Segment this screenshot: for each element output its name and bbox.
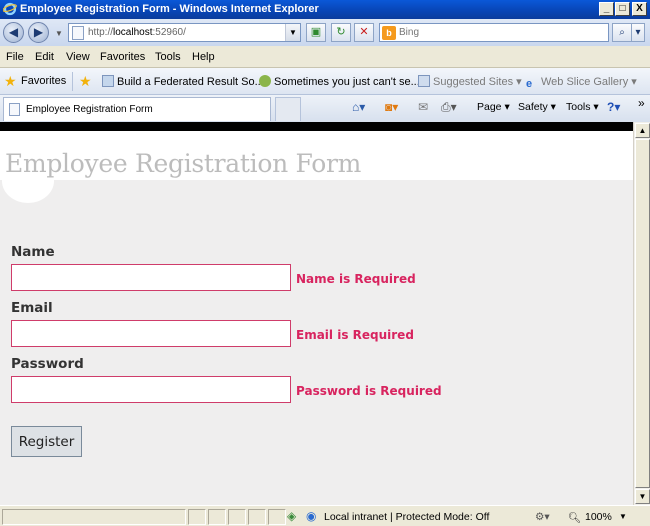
history-dropdown-icon[interactable]: ▼ (55, 29, 63, 38)
tab-employee-registration[interactable]: Employee Registration Form (3, 97, 271, 121)
name-error: Name is Required (296, 272, 416, 286)
name-label: Name (11, 244, 55, 260)
address-toolbar: ◀ ▶ ▼ http://localhost:52960/ ▼ ▣ ↻ ✕ b … (0, 19, 650, 46)
tab-row: Employee Registration Form ⌂▾ ◙▾ ✉ ⎙▾ Pa… (0, 95, 650, 122)
web-slice-gallery-link[interactable]: e Web Slice Gallery ▾ (526, 75, 637, 90)
page-icon (9, 103, 20, 116)
minimize-button[interactable]: _ (599, 2, 614, 16)
bing-icon: b (382, 26, 396, 40)
suggested-sites-icon (418, 75, 430, 87)
status-pane (268, 509, 286, 525)
status-text-pane (2, 509, 186, 525)
search-input[interactable] (399, 25, 604, 40)
window-title: Employee Registration Form - Windows Int… (20, 3, 319, 15)
compatibility-view-icon[interactable]: ▣ (306, 23, 326, 42)
settings-gear-icon[interactable]: ⚙▾ (535, 511, 550, 523)
ie-logo-icon (3, 2, 17, 16)
status-pane (228, 509, 246, 525)
status-pane (248, 509, 266, 525)
favorites-bar: ★ Favorites ★ Build a Federated Result S… (0, 68, 650, 95)
password-label: Password (11, 356, 84, 372)
zoom-icon[interactable]: 🔍︎ (568, 511, 581, 524)
page-title: Employee Registration Form (5, 149, 362, 178)
help-icon[interactable]: ?▾ (607, 100, 620, 114)
close-button[interactable]: X (632, 2, 647, 16)
menu-bar: File Edit View Favorites Tools Help (0, 46, 650, 68)
favorite-link-1[interactable]: Build a Federated Result So... (102, 75, 264, 88)
refresh-icon[interactable]: ↻ (331, 23, 351, 42)
web-icon (259, 75, 271, 87)
divider (72, 72, 73, 91)
security-zone-text: Local intranet | Protected Mode: Off (324, 511, 490, 523)
register-button[interactable]: Register (11, 426, 82, 457)
vertical-scrollbar[interactable]: ▲ ▼ (633, 122, 650, 505)
intranet-globe-icon: ◉ (306, 509, 317, 523)
menu-tools[interactable]: Tools (155, 51, 181, 63)
print-icon[interactable]: ⎙▾ (441, 100, 457, 115)
safety-menu[interactable]: Safety ▾ (518, 101, 556, 113)
scroll-thumb[interactable] (635, 139, 650, 488)
search-options-dropdown-icon[interactable]: ▾ (631, 23, 645, 42)
search-icon[interactable]: ⌕ (612, 23, 632, 42)
mail-icon[interactable]: ✉ (418, 100, 428, 114)
feed-icon (102, 75, 114, 87)
scroll-up-icon[interactable]: ▲ (635, 123, 650, 138)
email-error: Email is Required (296, 328, 414, 342)
search-box[interactable]: b (379, 23, 609, 42)
forward-button[interactable]: ▶ (28, 22, 49, 43)
favorites-button[interactable]: Favorites (21, 75, 66, 87)
status-bar: ◈ ◉ Local intranet | Protected Mode: Off… (0, 505, 650, 526)
menu-edit[interactable]: Edit (35, 51, 54, 63)
email-label: Email (11, 300, 53, 316)
name-field[interactable] (11, 264, 291, 291)
new-tab-button[interactable] (275, 97, 301, 121)
favorites-star-icon: ★ (4, 73, 17, 89)
password-error: Password is Required (296, 384, 442, 398)
page-icon (72, 26, 84, 40)
page-menu[interactable]: Page ▾ (477, 101, 510, 113)
back-button[interactable]: ◀ (3, 22, 24, 43)
zoom-dropdown-icon[interactable]: ▼ (619, 512, 627, 521)
scroll-down-icon[interactable]: ▼ (635, 489, 650, 504)
home-icon[interactable]: ⌂▾ (352, 100, 365, 114)
menu-help[interactable]: Help (192, 51, 215, 63)
status-pane (188, 509, 206, 525)
favorite-link-2[interactable]: Sometimes you just can't se... (259, 75, 420, 88)
stop-icon[interactable]: ✕ (354, 23, 374, 42)
tools-menu[interactable]: Tools ▾ (566, 101, 599, 113)
chevron-more-icon[interactable]: » (638, 96, 645, 110)
status-pane (208, 509, 226, 525)
suggested-sites-link[interactable]: Suggested Sites ▾ (418, 75, 522, 88)
protected-mode-icon: ◈ (287, 509, 297, 523)
tab-label: Employee Registration Form (26, 104, 153, 115)
add-to-favorites-icon[interactable]: ★ (79, 73, 92, 90)
address-dropdown-icon[interactable]: ▼ (285, 24, 300, 41)
menu-file[interactable]: File (6, 51, 24, 63)
maximize-button[interactable]: □ (615, 2, 630, 16)
url-text[interactable]: http://localhost:52960/ (88, 27, 186, 38)
address-field[interactable]: http://localhost:52960/ ▼ (68, 23, 301, 42)
zoom-level[interactable]: 100% (585, 511, 612, 523)
email-field[interactable] (11, 320, 291, 347)
page-top-bar (0, 122, 650, 131)
ie-small-icon: e (526, 78, 533, 90)
password-field[interactable] (11, 376, 291, 403)
menu-favorites[interactable]: Favorites (100, 51, 145, 63)
menu-view[interactable]: View (66, 51, 90, 63)
window-titlebar: Employee Registration Form - Windows Int… (0, 0, 650, 19)
feeds-icon[interactable]: ◙▾ (385, 100, 398, 114)
page-content: Employee Registration Form Name Name is … (0, 131, 633, 505)
